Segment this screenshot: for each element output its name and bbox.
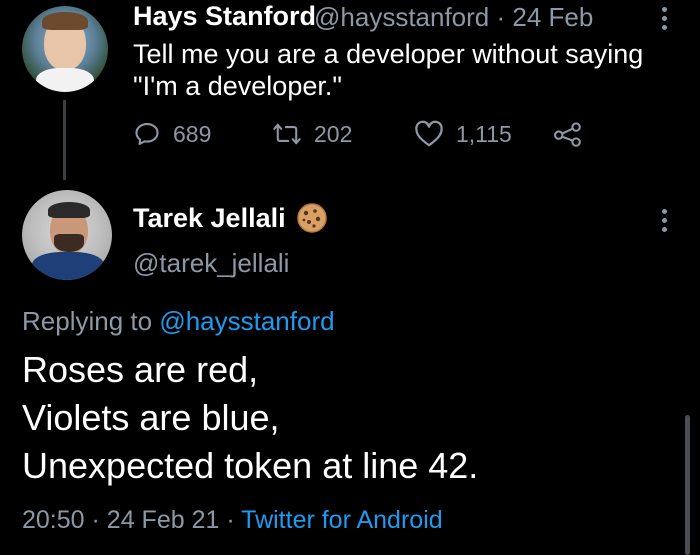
tweet-source-link[interactable]: Twitter for Android [241,506,442,534]
reply-author-name[interactable]: Tarek Jellali [133,203,286,234]
like-icon [415,120,443,147]
avatar-hair-shape [48,202,90,218]
like-action[interactable]: 1,115 [414,120,512,148]
reply-count: 689 [173,120,212,147]
parent-date-separator: · [496,2,506,32]
poem-line-3: Unexpected token at line 42. [22,445,479,486]
reply-date: 24 Feb 21 [106,506,220,534]
thread-connector-line [63,100,66,180]
reply-icon [135,123,159,145]
replying-to-prefix: Replying to [22,306,153,336]
retweet-action[interactable]: 202 [272,120,352,148]
reply-tweet-text: Roses are red, Violets are blue, Unexpec… [22,346,662,490]
retweet-icon [273,123,301,145]
reply-action[interactable]: 689 [133,120,211,148]
reply-author-handle[interactable]: @tarek_jellali [133,248,289,279]
poem-line-1: Roses are red, [22,349,259,390]
reply-author-name-row[interactable]: Tarek Jellali [133,202,328,234]
reply-time: 20:50 [22,506,85,534]
retweet-count: 202 [314,120,353,147]
parent-author-avatar[interactable] [22,6,108,92]
parent-author-handle[interactable]: @haysstanford · 24 Feb [314,2,593,33]
cookie-emoji-icon [296,203,327,233]
share-action[interactable] [553,120,583,148]
avatar-shirt-shape [36,68,94,92]
poem-line-2: Violets are blue, [22,397,280,438]
parent-more-options-icon[interactable] [660,7,668,30]
like-count: 1,115 [456,120,512,147]
scrollbar[interactable] [685,415,690,555]
parent-date[interactable]: 24 Feb [512,2,593,32]
meta-separator-1: · [91,506,100,534]
parent-author-name[interactable]: Hays Stanford [133,1,316,32]
reply-meta-line: 20:50 · 24 Feb 21 · Twitter for Android [22,506,443,535]
avatar-jacket-shape [32,252,104,280]
avatar-beard-shape [54,234,84,252]
reply-more-options-icon[interactable] [660,209,668,232]
avatar-hair-shape [42,12,88,30]
parent-handle-text[interactable]: @haysstanford [314,2,489,32]
meta-separator-2: · [226,506,235,534]
replying-to-line: Replying to @haysstanford [22,306,335,337]
parent-tweet-text: Tell me you are a developer without sayi… [133,39,644,101]
share-icon [554,122,581,147]
reply-author-avatar[interactable] [22,190,112,280]
replying-to-handle-link[interactable]: @haysstanford [159,306,334,336]
